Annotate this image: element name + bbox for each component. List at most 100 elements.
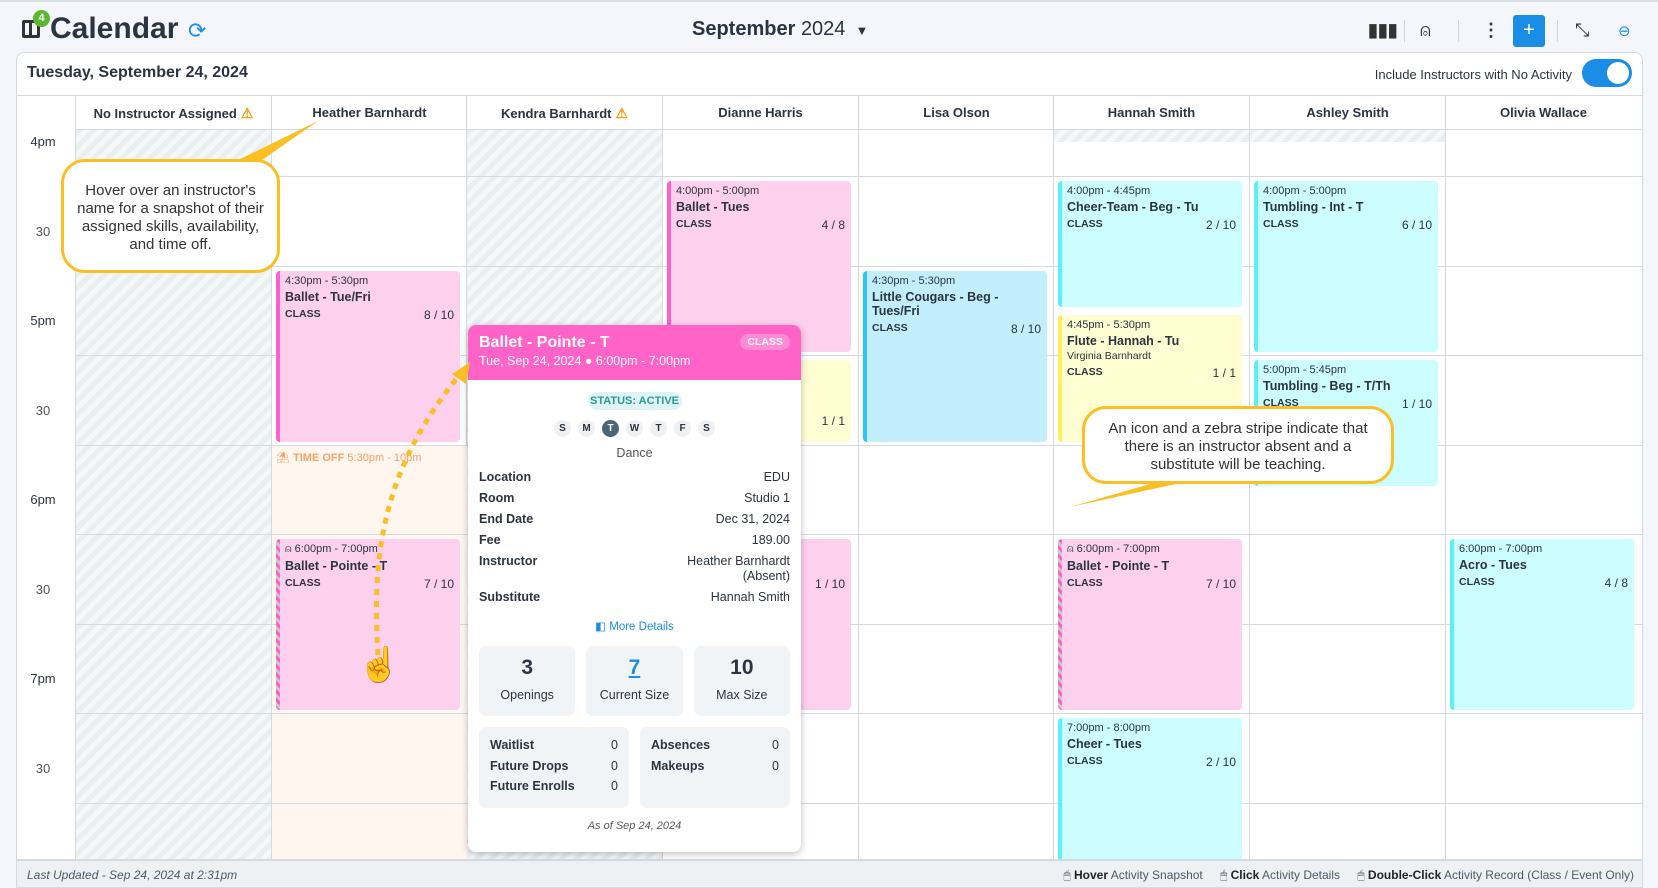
- stat-openings: 3 Openings: [479, 646, 576, 716]
- event-meta: CLASS 7 / 10: [285, 577, 454, 591]
- stat-max-size: 10 Max Size: [693, 646, 790, 716]
- event-card[interactable]: 4:30pm - 5:30pm Little Cougars - Beg - Tu…: [863, 270, 1047, 442]
- detail-row: Instructor Heather Barnhardt (Absent): [468, 554, 801, 584]
- detail-label: Location: [479, 470, 532, 484]
- detail-value: 189.00: [751, 533, 790, 547]
- column-header[interactable]: Kendra Barnhardt ⚠: [466, 96, 662, 130]
- detail-row: Substitute Hannah Smith: [468, 590, 801, 605]
- color-bar: [863, 270, 867, 442]
- instructor-column: [1445, 130, 1641, 860]
- more-options-icon[interactable]: ⋮: [1482, 20, 1500, 41]
- color-bar: [1058, 181, 1062, 308]
- event-time: 6:00pm - 7:00pm: [1459, 543, 1543, 555]
- size-stats: 3 Openings 7 Current Size 10 Max Size: [468, 646, 801, 716]
- instructor-name[interactable]: Olivia Wallace: [1500, 105, 1587, 120]
- stat-label: Waitlist: [490, 738, 534, 752]
- column-header[interactable]: Dianne Harris: [662, 96, 858, 130]
- column-header[interactable]: Ashley Smith: [1249, 96, 1445, 130]
- stat-label: Absences: [651, 738, 711, 752]
- status-footer: Last Updated - Sep 24, 2024 at 2:31pm 🖱 …: [17, 859, 1642, 887]
- stat-value: 3: [521, 656, 533, 679]
- time-off-label: ⛱ TIME OFF 5:30pm - 10pm: [276, 451, 422, 464]
- instructor-name[interactable]: Hannah Smith: [1108, 105, 1195, 120]
- weekday-5: F: [674, 420, 691, 437]
- time-label: 30: [35, 581, 51, 597]
- event-type: CLASS: [1067, 755, 1103, 767]
- event-card[interactable]: ⍝ 6:00pm - 7:00pm Ballet - Pointe - T CLAS…: [1058, 539, 1242, 710]
- event-card[interactable]: 4:00pm - 5:00pm Tumbling - Int - T CLASS 6 …: [1254, 181, 1438, 352]
- include-no-activity-toggle[interactable]: [1582, 59, 1632, 87]
- substitute-icon[interactable]: ⍝: [1420, 20, 1431, 41]
- event-name: Cheer - Tues: [1067, 737, 1142, 751]
- event-count: 1 / 1: [821, 413, 845, 428]
- as-of-date: As of Sep 24, 2024: [587, 820, 682, 832]
- caret-down-icon: ▼: [855, 23, 869, 38]
- weekday-1: M: [578, 420, 595, 437]
- instructor-name[interactable]: Ashley Smith: [1306, 105, 1388, 120]
- divider: [1404, 20, 1405, 42]
- instructor-name[interactable]: No Instructor Assigned: [94, 106, 237, 121]
- absences-box: Absences 0 Makeups 0: [640, 727, 790, 808]
- event-type: CLASS: [676, 218, 712, 230]
- weekday-0: S: [554, 420, 571, 437]
- enrollment-stats: Waitlist 0 Future Drops 0 Future Enrolls 0 Ab…: [468, 727, 801, 808]
- month-selector[interactable]: September 2024 ▼: [692, 18, 868, 41]
- stat-current-size[interactable]: 7 Current Size: [586, 646, 683, 716]
- event-name: Little Cougars - Beg - Tues/Fri: [872, 289, 999, 318]
- stat-label: Max Size: [716, 688, 768, 702]
- collapse-icon[interactable]: ⤡: [1575, 20, 1589, 41]
- stat-row: Future Enrolls 0: [490, 776, 618, 797]
- warning-icon: ⚠: [615, 105, 629, 121]
- detail-label: Fee: [479, 533, 501, 547]
- event-meta: CLASS 2 / 10: [1067, 218, 1236, 232]
- instructor-column: [858, 130, 1054, 860]
- details-list: Location EDU Room Studio 1 End Date Dec 31, 2…: [468, 470, 801, 605]
- divider: [1557, 20, 1558, 42]
- instructor-name[interactable]: Dianne Harris: [718, 105, 803, 120]
- divider: [1458, 20, 1459, 42]
- color-bar: [276, 270, 280, 442]
- columns-view-icon[interactable]: ▮▮▮: [1368, 20, 1398, 41]
- instructor-name[interactable]: Kendra Barnhardt: [501, 106, 612, 121]
- detail-row: Room Studio 1: [468, 491, 801, 506]
- instructor-name[interactable]: Lisa Olson: [923, 105, 989, 120]
- column-header[interactable]: Heather Barnhardt: [271, 96, 467, 130]
- hover-callout: Hover over an instructor's name for a sn…: [61, 159, 280, 273]
- more-details-link[interactable]: ◧ More Details: [468, 619, 801, 633]
- zebra-stripe: [276, 539, 280, 710]
- column-header[interactable]: Lisa Olson: [858, 96, 1054, 130]
- add-button[interactable]: +: [1513, 15, 1545, 47]
- event-card[interactable]: 4:00pm - 4:45pm Cheer-Team - Beg - Tu CLAS…: [1058, 181, 1242, 308]
- detail-label: Instructor: [479, 554, 538, 568]
- refresh-icon[interactable]: ⟳: [188, 18, 206, 44]
- detail-value: Studio 1: [744, 491, 790, 505]
- warning-icon: ⚠: [240, 105, 254, 121]
- event-count: 1 / 10: [1401, 397, 1432, 411]
- hour-line: [75, 176, 1642, 177]
- event-meta: CLASS 1 / 1: [1067, 366, 1236, 380]
- event-meta: CLASS 4 / 8: [676, 218, 845, 232]
- column-header[interactable]: Hannah Smith: [1053, 96, 1249, 130]
- stat-label: Current Size: [599, 688, 670, 702]
- event-type: CLASS: [1067, 218, 1103, 230]
- event-count: 4 / 8: [1604, 576, 1628, 590]
- column-header[interactable]: No Instructor Assigned ⚠: [75, 96, 271, 130]
- beach-icon: ⛱: [276, 451, 290, 464]
- stat-value[interactable]: 7: [586, 656, 682, 680]
- detail-row: End Date Dec 31, 2024: [468, 512, 801, 527]
- hand-cursor-icon: ☝: [358, 646, 401, 684]
- event-name: Tumbling - Beg - T/Th: [1263, 379, 1391, 393]
- column-header[interactable]: Olivia Wallace: [1445, 96, 1641, 130]
- event-name: Acro - Tues: [1459, 558, 1527, 572]
- instructor-name[interactable]: Heather Barnhardt: [312, 105, 426, 120]
- color-bar: [1450, 539, 1454, 710]
- stat-row: Future Drops 0: [490, 756, 618, 777]
- panel-icon: ◧: [595, 621, 607, 633]
- event-card[interactable]: 6:00pm - 7:00pm Acro - Tues CLASS 4 / 8: [1450, 539, 1634, 710]
- event-count: 1 / 10: [814, 577, 845, 591]
- detail-label: Substitute: [479, 590, 541, 604]
- event-subtitle: Virginia Barnhardt: [1067, 350, 1151, 363]
- color-bar: [1254, 181, 1258, 352]
- back-circle-icon[interactable]: ⊖: [1618, 22, 1631, 40]
- event-card[interactable]: 4:30pm - 5:30pm Ballet - Tue/Fri CLASS 8 / …: [276, 270, 460, 442]
